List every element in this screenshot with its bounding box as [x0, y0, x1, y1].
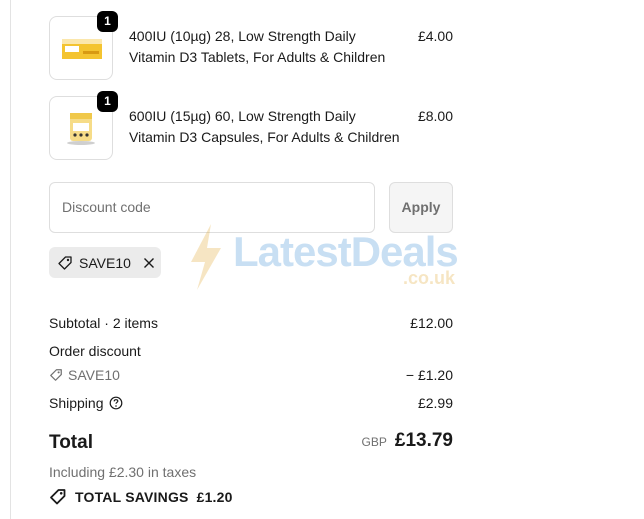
discount-value: − £1.20: [405, 367, 453, 383]
product-thumbnail: 1: [49, 91, 118, 160]
shipping-value: £2.99: [417, 395, 453, 411]
applied-discount-chip: SAVE10: [49, 247, 161, 278]
tag-icon: [50, 369, 62, 381]
close-icon: [143, 257, 154, 268]
shipping-label: Shipping: [49, 395, 104, 411]
watermark-text: LatestDeals: [233, 228, 459, 275]
total-value: £13.79: [394, 430, 453, 451]
product-thumbnail: 1: [49, 11, 118, 80]
quantity-badge: 1: [97, 11, 118, 32]
total-label: Total: [49, 432, 93, 453]
line-item: 1 400IU (10µg) 28, Low Strength Daily Vi…: [49, 11, 453, 80]
left-edge-divider: [0, 0, 11, 519]
subtotal-label: Subtotal · 2 items: [49, 315, 158, 331]
discount-code-label: SAVE10: [68, 367, 120, 383]
tag-icon: [58, 255, 72, 270]
applied-code-label: SAVE10: [79, 254, 131, 271]
help-icon[interactable]: [109, 396, 123, 410]
product-price: £8.00: [417, 108, 453, 124]
product-price: £4.00: [417, 28, 453, 44]
total-savings: TOTAL SAVINGS £1.20: [49, 488, 233, 506]
apply-button[interactable]: Apply: [389, 182, 453, 233]
discount-code-input[interactable]: Discount code: [49, 182, 375, 233]
subtotal-row: Subtotal · 2 items £12.00: [49, 313, 453, 333]
discount-code-row: SAVE10 − £1.20: [49, 365, 453, 385]
taxes-note: Including £2.30 in taxes: [49, 464, 197, 480]
order-discount-row: Order discount: [49, 341, 453, 361]
order-discount-label: Order discount: [49, 343, 141, 359]
subtotal-value: £12.00: [410, 315, 453, 331]
savings-tag-icon: [50, 489, 66, 505]
savings-label: TOTAL SAVINGS: [75, 489, 189, 505]
currency-code: GBP: [361, 435, 387, 449]
savings-value: £1.20: [196, 489, 233, 505]
product-name: 600IU (15µg) 60, Low Strength Daily Vita…: [129, 108, 400, 145]
product-name: 400IU (10µg) 28, Low Strength Daily Vita…: [129, 28, 386, 65]
remove-discount-button[interactable]: [143, 257, 155, 269]
total-row: Total GBP £13.79: [49, 430, 453, 458]
quantity-badge: 1: [97, 91, 118, 112]
line-item: 1 600IU (15µg) 60, Low Strength Daily Vi…: [49, 91, 453, 160]
watermark-subtext: .co.uk: [403, 268, 456, 288]
shipping-row: Shipping £2.99: [49, 393, 453, 413]
